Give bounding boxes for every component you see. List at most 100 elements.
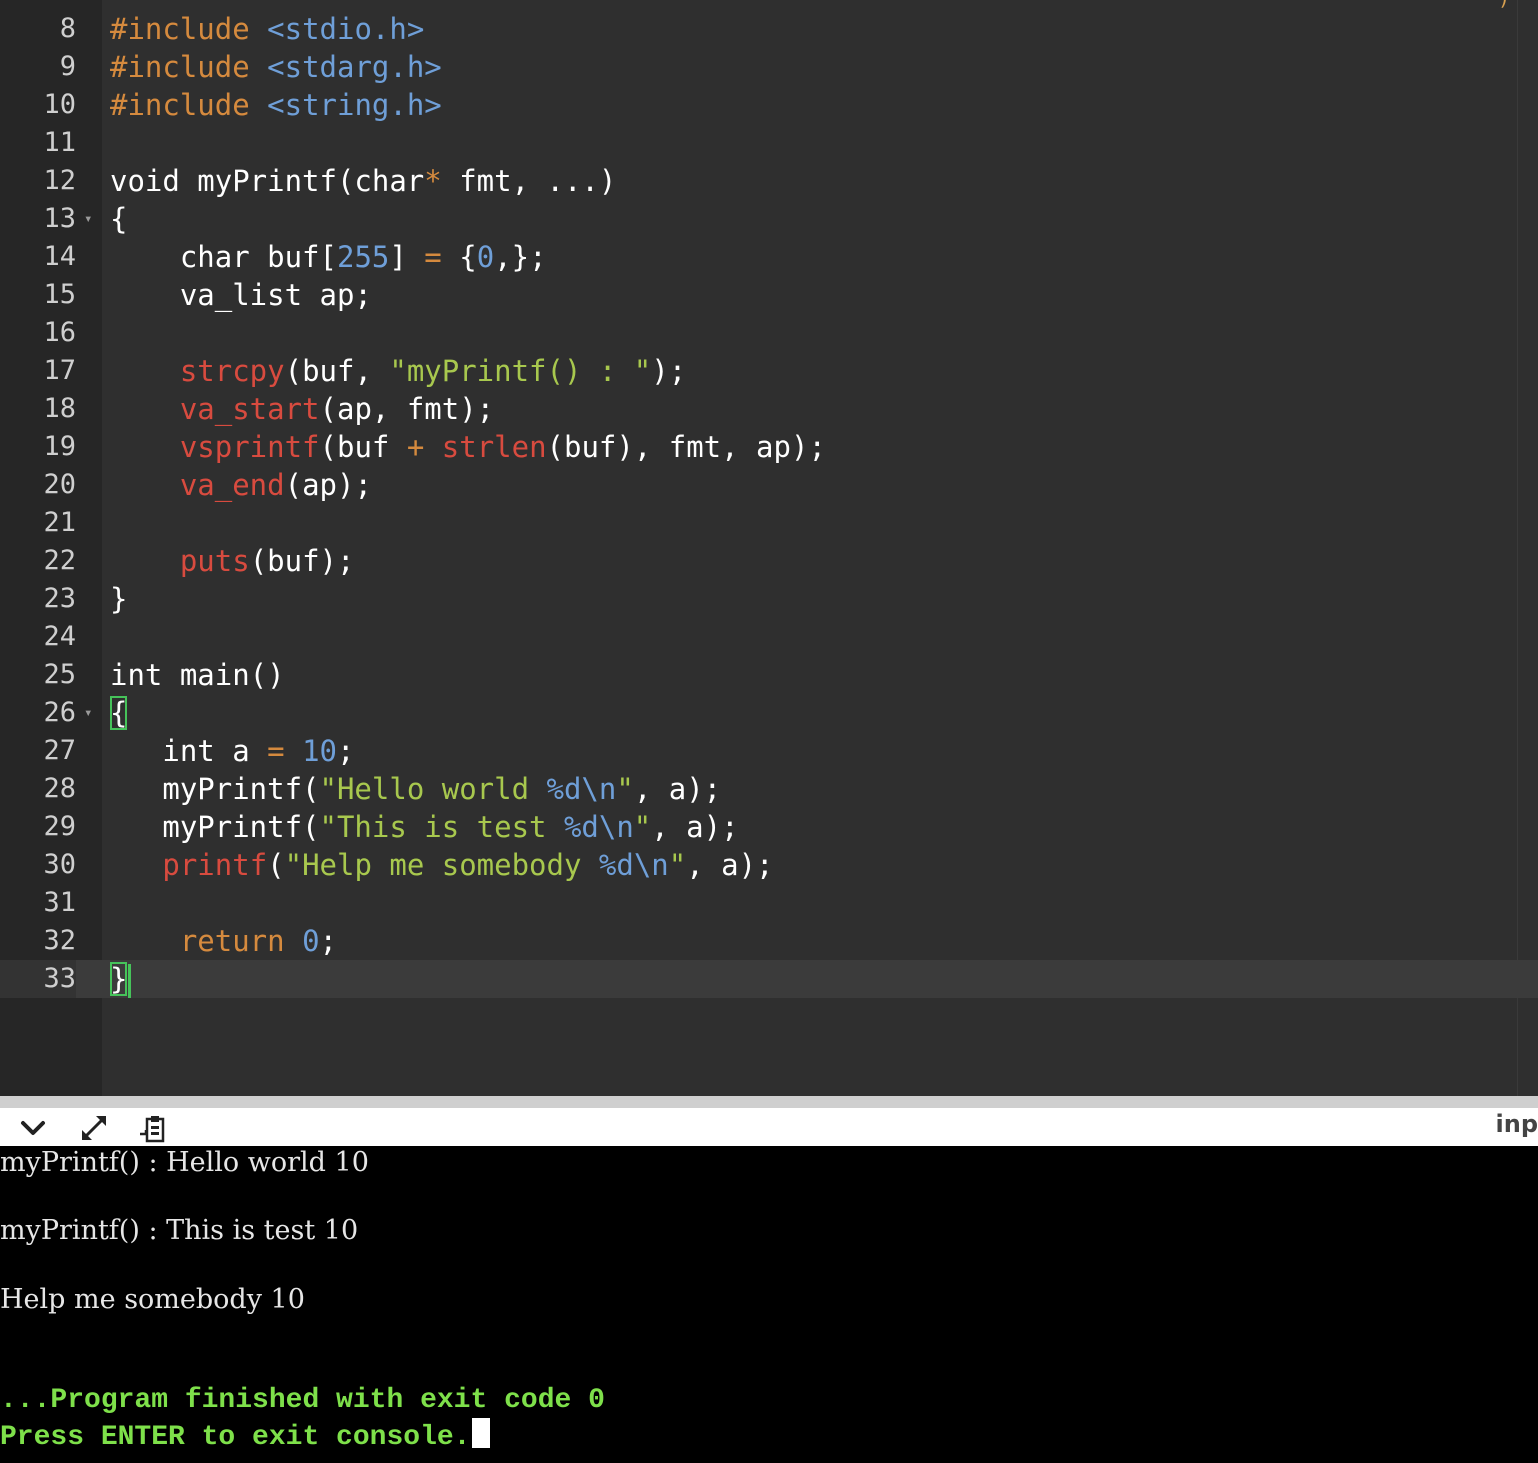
code-line[interactable]: 17 strcpy(buf, "myPrintf() : "); — [0, 352, 1538, 390]
code-token: myPrintf( — [110, 810, 320, 844]
code-token: ( — [267, 848, 285, 882]
code-line[interactable]: 16 — [0, 314, 1538, 352]
code-editor[interactable]: ) 8 #include <stdio.h> 9 #include <stdarg.h… — [0, 0, 1538, 1096]
console-line: myPrintf() : This is test 10 — [0, 1215, 359, 1246]
code-line[interactable]: 29 myPrintf("This is test %d\n", a); — [0, 808, 1538, 846]
line-number: 28 — [43, 773, 76, 804]
console-cursor — [472, 1418, 491, 1448]
console-line: Help me somebody 10 — [0, 1284, 305, 1315]
code-text: strcpy(buf, "myPrintf() : "); — [110, 352, 686, 390]
code-line[interactable]: 32 return 0; — [0, 922, 1538, 960]
line-number: 27 — [43, 735, 76, 766]
code-line[interactable]: 24 — [0, 618, 1538, 656]
line-number: 9 — [59, 51, 76, 82]
code-line[interactable]: 25 int main() — [0, 656, 1538, 694]
code-text: va_start(ap, fmt); — [110, 390, 494, 428]
code-token: 0 — [476, 240, 495, 274]
line-number: 30 — [43, 849, 76, 880]
line-number: 22 — [43, 545, 76, 576]
fold-toggle-icon[interactable]: ▾ — [84, 694, 96, 732]
code-token: strcpy — [179, 354, 285, 388]
code-token: puts — [179, 544, 250, 578]
code-token: %d\n — [563, 810, 634, 844]
code-line[interactable]: 33} — [0, 960, 1538, 998]
code-token: ; — [319, 924, 338, 958]
code-text: va_list ap; — [110, 276, 372, 314]
matched-bracket: } — [110, 962, 128, 996]
code-line[interactable]: 14 char buf[255] = {0,}; — [0, 238, 1538, 276]
code-line[interactable]: 26 ▾ { — [0, 694, 1538, 732]
line-number: 13 — [43, 203, 76, 234]
code-token: void myPrintf(char — [110, 164, 425, 198]
code-line[interactable]: 19 vsprintf(buf + strlen(buf), fmt, ap); — [0, 428, 1538, 466]
code-token: + — [406, 430, 425, 464]
clipboard-icon[interactable] — [136, 1112, 170, 1144]
line-number: 33 — [0, 960, 76, 998]
code-token: (ap, fmt); — [319, 392, 495, 426]
code-line[interactable]: 31 — [0, 884, 1538, 922]
code-token: int main() — [110, 658, 285, 692]
line-number: 16 — [43, 317, 76, 348]
code-line[interactable]: 27 int a = 10; — [0, 732, 1538, 770]
code-line[interactable]: 22 puts(buf); — [0, 542, 1538, 580]
line-number: 12 — [43, 165, 76, 196]
code-token: "myPrintf() : " — [389, 354, 652, 388]
code-token: { — [441, 240, 477, 274]
code-line[interactable]: 23} — [0, 580, 1538, 618]
code-token: * — [424, 164, 442, 198]
code-token: , a); — [686, 848, 774, 882]
input-tab[interactable]: inp — [1496, 1110, 1538, 1138]
text-caret — [128, 964, 132, 998]
code-token: = — [267, 734, 285, 768]
console-line: myPrintf() : Hello world 10 — [0, 1147, 369, 1178]
code-line[interactable]: 21 — [0, 504, 1538, 542]
line-number: 26 — [43, 697, 76, 728]
line-number: 10 — [43, 89, 76, 120]
console-output[interactable]: myPrintf() : Hello world 10 myPrintf() :… — [0, 1146, 1538, 1463]
code-line[interactable]: 9 #include <stdarg.h> — [0, 48, 1538, 86]
code-text: return 0; — [110, 922, 337, 960]
code-token: myPrintf( — [110, 772, 320, 806]
code-token: (buf — [319, 430, 407, 464]
code-line[interactable]: 8 #include <stdio.h> — [0, 10, 1538, 48]
line-number: 23 — [43, 583, 76, 614]
line-number: 32 — [43, 925, 76, 956]
line-number: 21 — [43, 507, 76, 538]
code-text: int main() — [110, 656, 285, 694]
code-token: char buf[ — [110, 240, 337, 274]
code-text: } — [110, 580, 127, 618]
code-token: } — [110, 582, 128, 616]
code-line[interactable]: 11 — [0, 124, 1538, 162]
code-token: va_start — [179, 392, 320, 426]
line-number: 24 — [43, 621, 76, 652]
code-token: , a); — [651, 810, 739, 844]
panel-splitter[interactable] — [0, 1096, 1538, 1108]
exit-prompt-line: Press ENTER to exit console. — [0, 1418, 491, 1455]
code-line[interactable]: 13 ▾ { — [0, 200, 1538, 238]
code-line[interactable]: 15 va_list ap; — [0, 276, 1538, 314]
code-line[interactable]: 28 myPrintf("Hello world %d\n", a); — [0, 770, 1538, 808]
code-text: myPrintf("Hello world %d\n", a); — [110, 770, 721, 808]
line-number: 17 — [43, 355, 76, 386]
code-text: #include <stdarg.h> — [110, 48, 442, 86]
code-token: #include — [110, 88, 250, 122]
code-line[interactable]: 20 va_end(ap); — [0, 466, 1538, 504]
code-token: <string.h> — [267, 88, 442, 122]
chevron-down-icon[interactable] — [16, 1112, 50, 1144]
code-token: <stdio.h> — [267, 12, 425, 46]
fold-toggle-icon[interactable]: ▾ — [84, 200, 96, 238]
code-text: #include <stdio.h> — [110, 10, 424, 48]
code-line[interactable]: 10 #include <string.h> — [0, 86, 1538, 124]
code-text: char buf[255] = {0,}; — [110, 238, 547, 276]
code-text: myPrintf("This is test %d\n", a); — [110, 808, 739, 846]
code-text: { — [110, 694, 128, 732]
code-token: ,}; — [494, 240, 547, 274]
code-line[interactable]: 12 void myPrintf(char* fmt, ...) — [0, 162, 1538, 200]
code-line[interactable]: 18 va_start(ap, fmt); — [0, 390, 1538, 428]
expand-arrows-icon[interactable] — [77, 1112, 111, 1144]
code-line[interactable]: 30 printf("Help me somebody %d\n", a); — [0, 846, 1538, 884]
code-text: printf("Help me somebody %d\n", a); — [110, 846, 774, 884]
